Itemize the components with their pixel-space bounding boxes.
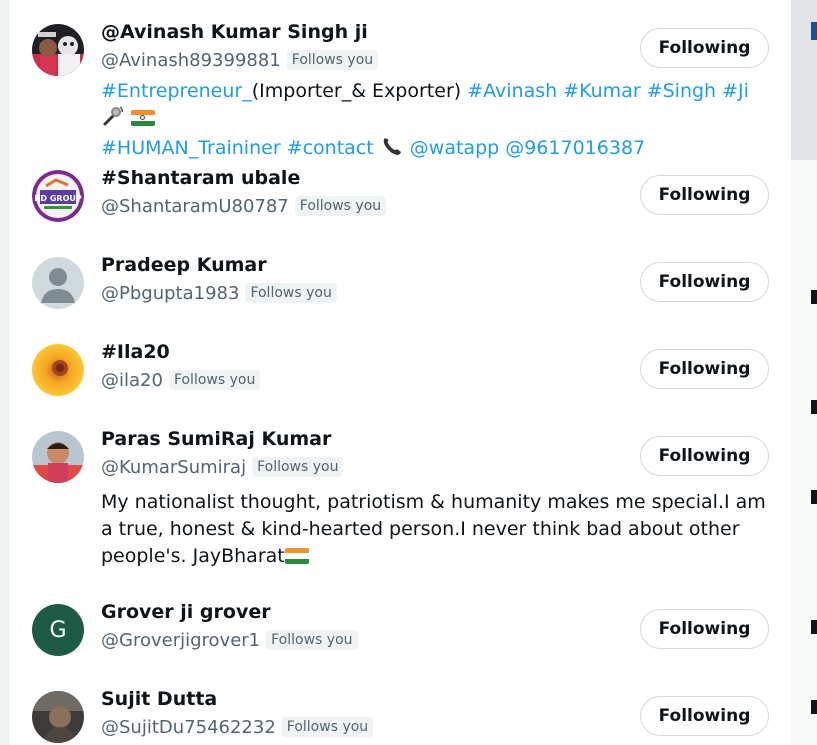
bio-hashtags[interactable]: #Avinash #Kumar #Singh #Ji (467, 80, 749, 102)
user-cell[interactable]: @Avinash Kumar Singh ji @Avinash89399881… (32, 20, 769, 159)
background-text-fragment (811, 700, 817, 714)
bio-text: My nationalist thought, patriotism & hum… (101, 491, 766, 567)
avatar[interactable] (32, 431, 84, 483)
left-backdrop (0, 0, 10, 745)
avatar[interactable] (32, 24, 84, 76)
following-list: @Avinash Kumar Singh ji @Avinash89399881… (10, 0, 791, 745)
sunflower-avatar[interactable] (32, 344, 84, 396)
handle-row: @Pbgupta1983 Follows you (101, 281, 337, 305)
user-handle[interactable]: @Pbgupta1983 (101, 283, 239, 304)
display-name[interactable]: #Shantaram ubale (101, 166, 300, 190)
avatar[interactable]: RD GROUP (32, 170, 84, 222)
bio-hashtag[interactable]: #Entrepreneur_ (101, 80, 252, 102)
following-button[interactable]: Following (640, 175, 769, 215)
user-bio: My nationalist thought, patriotism & hum… (101, 489, 767, 570)
handle-row: @ShantaramU80787 Follows you (101, 194, 387, 218)
follows-you-badge: Follows you (286, 50, 379, 70)
avatar-logo-text: RD GROUP (34, 194, 82, 203)
handle-row: @Groverjigrover1 Follows you (101, 628, 358, 652)
follows-you-badge: Follows you (266, 630, 358, 650)
user-handle[interactable]: @ila20 (101, 370, 163, 391)
following-button[interactable]: Following (640, 349, 769, 389)
following-button[interactable]: Following (640, 28, 769, 68)
user-handle[interactable]: @KumarSumiraj (101, 457, 246, 478)
avatar[interactable] (32, 691, 84, 743)
user-handle[interactable]: @SujitDu75462232 (101, 717, 276, 738)
display-name[interactable]: Grover ji grover (101, 600, 271, 624)
user-handle[interactable]: @Avinash89399881 (101, 50, 281, 71)
background-text-fragment (811, 620, 817, 634)
background-page-edge (791, 0, 817, 745)
background-text-fragment (811, 400, 817, 414)
background-text-fragment (811, 290, 817, 304)
letter-avatar[interactable]: G (32, 604, 84, 656)
user-cell[interactable]: Paras SumiRaj Kumar @KumarSumiraj Follow… (32, 427, 769, 579)
bio-mentions[interactable]: @watapp @9617016387 (410, 137, 645, 159)
follows-you-badge: Follows you (168, 370, 261, 390)
background-text-fragment (811, 22, 817, 40)
handle-row: @Avinash89399881 Follows you (101, 48, 379, 72)
user-bio: #Entrepreneur_(Importer_& Exporter) #Avi… (101, 78, 767, 165)
user-cell[interactable]: Pradeep Kumar @Pbgupta1983 Follows you F… (32, 253, 769, 315)
follows-you-badge: Follows you (294, 196, 387, 216)
user-cell[interactable]: RD GROUP #Shantaram ubale @ShantaramU807… (32, 166, 769, 228)
bio-text: (Importer_& Exporter) (251, 80, 468, 102)
follows-you-badge: Follows you (252, 457, 344, 477)
bio-hashtags[interactable]: #HUMAN_Traininer #contact (101, 137, 374, 159)
display-name[interactable]: Pradeep Kumar (101, 253, 267, 277)
following-button[interactable]: Following (640, 609, 769, 649)
following-button[interactable]: Following (640, 436, 769, 476)
avatar-letter: G (49, 617, 67, 643)
india-flag-icon (131, 110, 156, 126)
phone-icon (380, 135, 404, 165)
following-button[interactable]: Following (640, 262, 769, 302)
display-name[interactable]: @Avinash Kumar Singh ji (101, 20, 368, 44)
following-button[interactable]: Following (640, 696, 769, 736)
handle-row: @KumarSumiraj Follows you (101, 455, 344, 479)
user-handle[interactable]: @ShantaramU80787 (101, 196, 289, 217)
follows-you-badge: Follows you (245, 283, 337, 303)
user-cell[interactable]: #Ila20 @ila20 Follows you Following (32, 340, 769, 402)
user-cell[interactable]: G Grover ji grover @Groverjigrover1 Foll… (32, 600, 769, 662)
user-cell[interactable]: Sujit Dutta @SujitDu75462232 Follows you… (32, 687, 769, 745)
display-name[interactable]: Sujit Dutta (101, 687, 217, 711)
display-name[interactable]: #Ila20 (101, 340, 170, 364)
handle-row: @SujitDu75462232 Follows you (101, 715, 374, 739)
handle-row: @ila20 Follows you (101, 368, 261, 392)
default-profile-avatar[interactable] (32, 257, 84, 309)
user-handle[interactable]: @Groverjigrover1 (101, 630, 260, 651)
india-flag-icon (284, 548, 309, 564)
display-name[interactable]: Paras SumiRaj Kumar (101, 427, 331, 451)
microphone-icon (101, 105, 125, 135)
background-text-fragment (811, 490, 817, 504)
follows-you-badge: Follows you (281, 717, 374, 737)
